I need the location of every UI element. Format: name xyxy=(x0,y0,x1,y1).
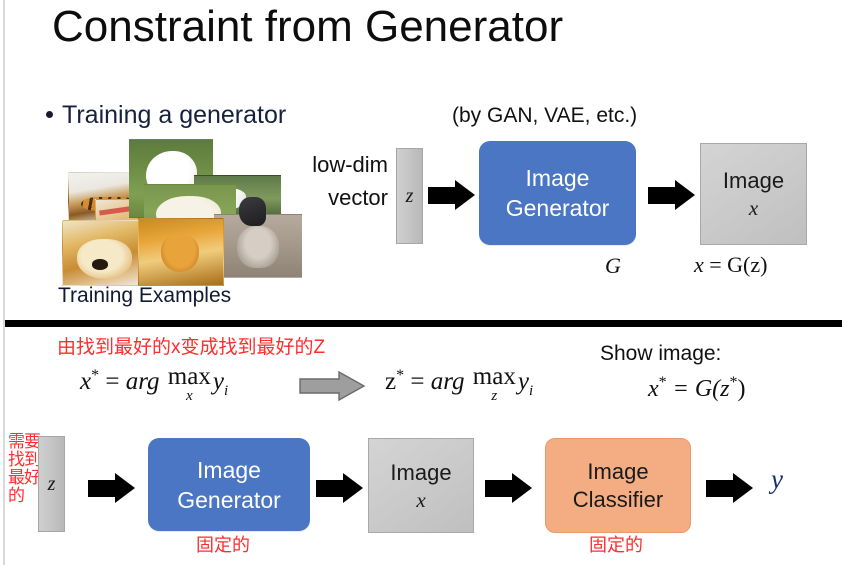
formula-right-arg: arg xyxy=(430,368,465,396)
formula-right-argmax-operator: max z xyxy=(472,363,516,404)
z-vector-box-bottom: z xyxy=(38,436,65,532)
formula-right-rhs: y xyxy=(517,368,529,396)
page-title: Constraint from Generator xyxy=(52,2,564,51)
show-formula-star2: * xyxy=(729,374,738,391)
bullet-training-a-generator: Training a generator xyxy=(46,100,286,130)
shiba-inu-photo xyxy=(62,220,150,286)
image-box-top: Image x xyxy=(700,143,807,245)
formula-left-max-sub: x xyxy=(185,388,193,404)
xgz-lhs: x xyxy=(694,252,704,277)
image-var-top: x xyxy=(748,196,759,220)
show-formula-star: * xyxy=(658,374,667,391)
generator-line-1-top: Image xyxy=(525,165,590,191)
gray-arrow-icon xyxy=(299,370,366,402)
formula-left-max: max xyxy=(167,363,211,390)
image-label-bottom: Image xyxy=(390,459,452,485)
output-y-label: y xyxy=(771,464,783,494)
training-examples-collage xyxy=(62,136,302,286)
formula-z-star-argmax: z* = arg max z yi xyxy=(385,363,534,404)
show-formula-close: ) xyxy=(737,376,746,402)
classifier-line-2: Classifier xyxy=(572,486,664,512)
gray-transform-arrow xyxy=(299,370,366,402)
show-formula-eq: = G(z xyxy=(666,376,730,402)
image-box-bottom: Image x xyxy=(368,438,474,533)
slide-canvas: Constraint from Generator Training a gen… xyxy=(0,0,842,565)
orange-cat-photo xyxy=(138,218,224,286)
x-equals-g-of-z-formula: x = G(z) xyxy=(694,252,767,278)
z-vector-label-top: z xyxy=(405,184,414,207)
generator-symbol-label: G xyxy=(605,253,621,278)
generator-fixed-label: 固定的 xyxy=(196,535,250,555)
image-var-bottom: x xyxy=(416,487,426,512)
xgz-rhs: = G(z) xyxy=(703,252,768,277)
image-generator-box-bottom: Image Generator xyxy=(148,438,310,531)
lowdim-line-1: low-dim xyxy=(312,152,388,177)
red-vertical-text-left-column: 需找最的 xyxy=(5,432,24,504)
byline-gan-vae: (by GAN, VAE, etc.) xyxy=(452,104,638,127)
classifier-fixed-label: 固定的 xyxy=(589,535,643,555)
image-label-top: Image xyxy=(722,168,785,193)
formula-x-star-argmax: x* = arg max x yi xyxy=(80,363,229,404)
formula-show-image: x* = G(z*) xyxy=(648,374,746,403)
bullet-label: Training a generator xyxy=(62,101,287,129)
image-generator-box-top: Image Generator xyxy=(479,141,636,245)
formula-right-star: * xyxy=(396,366,405,384)
generator-line-1-bottom: Image xyxy=(197,456,261,483)
chinese-note-top: 由找到最好的x变成找到最好的Z xyxy=(57,337,326,358)
formula-left-arg: arg xyxy=(125,368,160,396)
show-formula-lhs: x xyxy=(648,376,659,402)
formula-left-rhs: y xyxy=(212,368,224,396)
show-image-label: Show image: xyxy=(600,342,722,365)
formula-right-max: max xyxy=(472,363,516,390)
classifier-line-1: Image xyxy=(587,458,649,484)
generator-line-2-top: Generator xyxy=(505,195,610,221)
image-classifier-box: Image Classifier xyxy=(545,438,691,533)
z-vector-box-top: z xyxy=(396,148,423,244)
lowdim-line-2: vector xyxy=(328,185,388,210)
generator-line-2-bottom: Generator xyxy=(177,486,281,513)
bullet-dot-icon xyxy=(46,111,53,118)
z-vector-label-bottom: z xyxy=(47,472,56,495)
formula-right-rhs-sub: i xyxy=(528,383,534,400)
formula-right-eq: = xyxy=(404,368,431,396)
section-divider xyxy=(5,320,842,327)
collage-caption: Training Examples xyxy=(58,284,232,307)
lowdim-vector-label: low-dim vector xyxy=(284,148,388,214)
formula-left-star: * xyxy=(91,366,100,384)
formula-right-lhs: z xyxy=(385,368,397,396)
formula-left-lhs: x xyxy=(80,368,92,396)
formula-right-max-sub: z xyxy=(491,388,498,404)
formula-left-argmax-operator: max x xyxy=(167,363,211,404)
formula-left-eq: = xyxy=(99,368,126,396)
formula-left-rhs-sub: i xyxy=(223,383,229,400)
